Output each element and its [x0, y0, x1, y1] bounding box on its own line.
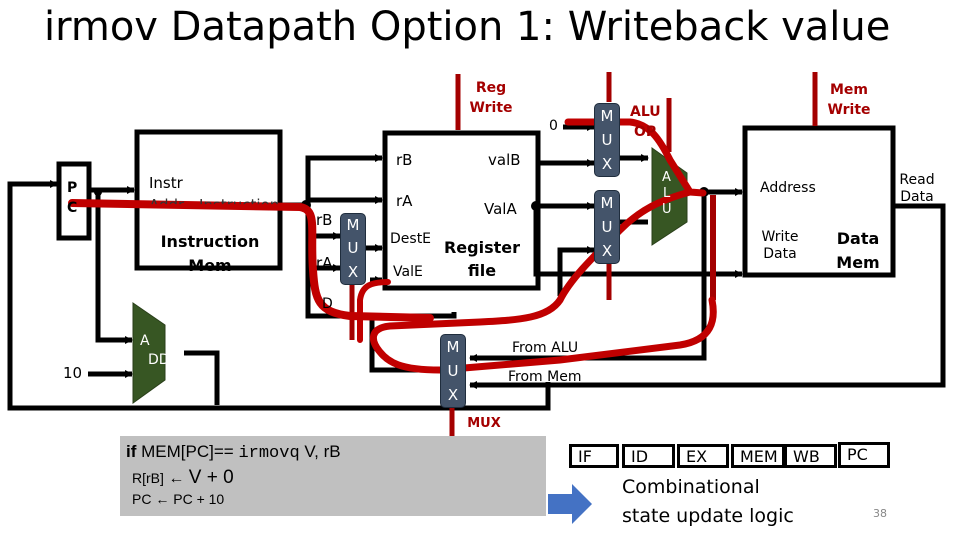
- mux-letter: U: [601, 130, 613, 149]
- slide: irmov Datapath Option 1: Writeback value: [0, 0, 960, 540]
- wire-pc-to-adder: [95, 192, 133, 344]
- pipeline-caption-1: Combinational: [622, 476, 760, 498]
- dest-mux-input-ra: rA: [316, 254, 333, 272]
- pc-label-p: P: [67, 180, 78, 196]
- dmem-write-data-1: Write: [761, 229, 799, 245]
- code-args: V, rB: [304, 442, 341, 461]
- alu-b-mux: M U X: [594, 103, 620, 177]
- code-line-3: PC ← PC + 10: [132, 491, 225, 507]
- page-number: 38: [873, 507, 887, 520]
- dmem-name-2: Mem: [836, 253, 880, 272]
- mux-letter: X: [601, 241, 613, 260]
- code-line-2: R[rB] ← V + 0: [132, 467, 234, 489]
- mux-select-label-1: MUX: [467, 416, 501, 431]
- imem-addr-label: Instr: [149, 174, 183, 192]
- alu-letter-l: L: [663, 186, 671, 201]
- mux-letter: M: [600, 106, 614, 125]
- mem-write-label-2: Write: [827, 102, 871, 118]
- stage-if: IF: [569, 444, 619, 468]
- adder-const-10: 10: [63, 364, 83, 382]
- alu-op-label-2: OP: [634, 124, 657, 140]
- mux-letter: X: [347, 262, 359, 281]
- semantics-code-box: if MEM[PC]== irmovq V, rB R[rB] ← V + 0 …: [120, 436, 546, 516]
- mux-letter: U: [347, 239, 359, 258]
- mux-letter: U: [447, 361, 459, 380]
- regfile-in-ra: rA: [396, 192, 413, 210]
- alu-letter-a: A: [662, 170, 671, 185]
- code-rhs: V + 0: [188, 467, 234, 488]
- regfile-name-2: file: [467, 261, 497, 280]
- dmem-address-label: Address: [760, 180, 816, 196]
- pc-label-c: C: [67, 200, 78, 216]
- stage-ex: EX: [677, 444, 729, 468]
- adder-label-dd: DD: [148, 352, 170, 368]
- dest-mux-d-label: D: [322, 296, 333, 312]
- mux-letter: M: [600, 193, 614, 212]
- regfile-out-vala: ValA: [484, 200, 517, 218]
- imem-name-2: Mem: [188, 256, 232, 275]
- reg-write-label-1: Reg: [475, 80, 507, 96]
- adder-label-a: A: [140, 333, 150, 349]
- dmem-name-1: Data: [836, 229, 880, 248]
- code-lhs: R[rB]: [132, 470, 164, 486]
- regfile-in-deste: DestE: [390, 231, 432, 247]
- dest-mux: M U U X: [340, 213, 366, 285]
- dmem-read-data-2: Data: [900, 189, 934, 205]
- code-if-keyword: if: [126, 442, 137, 461]
- imem-name-1: Instruction: [160, 232, 260, 251]
- code-arrow: ←: [168, 470, 185, 487]
- writeback-mux: M U X: [440, 334, 466, 408]
- mux-letter: M: [346, 216, 360, 235]
- blue-arrow-icon: [548, 484, 592, 524]
- code-condition: MEM[PC]==: [141, 442, 234, 461]
- pipeline-caption-2: state update logic: [622, 505, 794, 527]
- code-line-1: if MEM[PC]== irmovq V, rB: [126, 442, 341, 463]
- wb-mux-from-alu: From ALU: [512, 340, 579, 356]
- stage-pc: PC: [838, 442, 890, 468]
- mem-write-label-1: Mem: [829, 82, 868, 98]
- alu-op-label-1: ALU: [630, 104, 661, 120]
- alu-letter-u: U: [662, 202, 672, 217]
- regfile-in-vale: ValE: [393, 264, 423, 280]
- dmem-write-data-2: Data: [763, 246, 797, 262]
- wb-mux-from-mem: From Mem: [508, 369, 582, 385]
- regfile-in-rb: rB: [396, 151, 413, 169]
- regfile-out-valb: valB: [488, 151, 521, 169]
- stage-id: ID: [622, 444, 675, 468]
- mux-letter: M: [446, 337, 460, 356]
- stage-mem: MEM: [731, 444, 785, 468]
- dest-mux-input-rb: rB: [316, 211, 333, 229]
- wire-adder-out: [184, 350, 220, 405]
- alu-b-mux-const-0: 0: [549, 118, 558, 134]
- mux-letter: X: [447, 385, 459, 404]
- code-instruction: irmovq: [238, 444, 300, 463]
- stage-wb: WB: [784, 444, 837, 468]
- mux-letter: X: [601, 154, 613, 173]
- mux-letter: U: [601, 217, 613, 236]
- dmem-read-data-1: Read: [899, 172, 935, 188]
- alu-a-mux: M U X: [594, 190, 620, 264]
- regfile-name-1: Register: [443, 238, 521, 257]
- reg-write-label-2: Write: [469, 100, 513, 116]
